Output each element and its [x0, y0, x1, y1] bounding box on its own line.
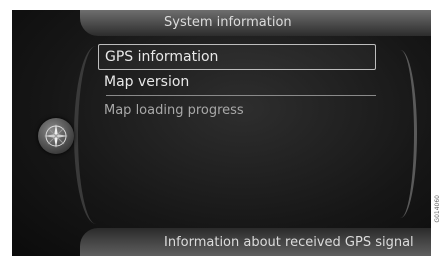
footer-bar: Information about received GPS signal	[80, 228, 431, 256]
menu-item-label: GPS information	[105, 49, 219, 65]
compass-icon	[38, 118, 74, 154]
nav-screen: System information GPS information Map v…	[12, 10, 431, 256]
menu-item-map-loading-progress[interactable]: Map loading progress	[98, 99, 376, 123]
help-text: Information about received GPS signal	[164, 235, 414, 250]
divider	[106, 95, 376, 96]
menu-item-map-version[interactable]: Map version	[98, 70, 376, 94]
menu-item-label: Map loading progress	[104, 103, 244, 118]
scroll-arc	[384, 50, 417, 218]
page-title: System information	[164, 15, 292, 30]
menu-list: GPS information Map version Map loading …	[98, 44, 376, 123]
figure-code: G014060	[434, 195, 441, 223]
header-bar: System information	[80, 10, 431, 36]
menu-item-gps-information[interactable]: GPS information	[98, 44, 376, 70]
menu-item-label: Map version	[104, 74, 190, 90]
